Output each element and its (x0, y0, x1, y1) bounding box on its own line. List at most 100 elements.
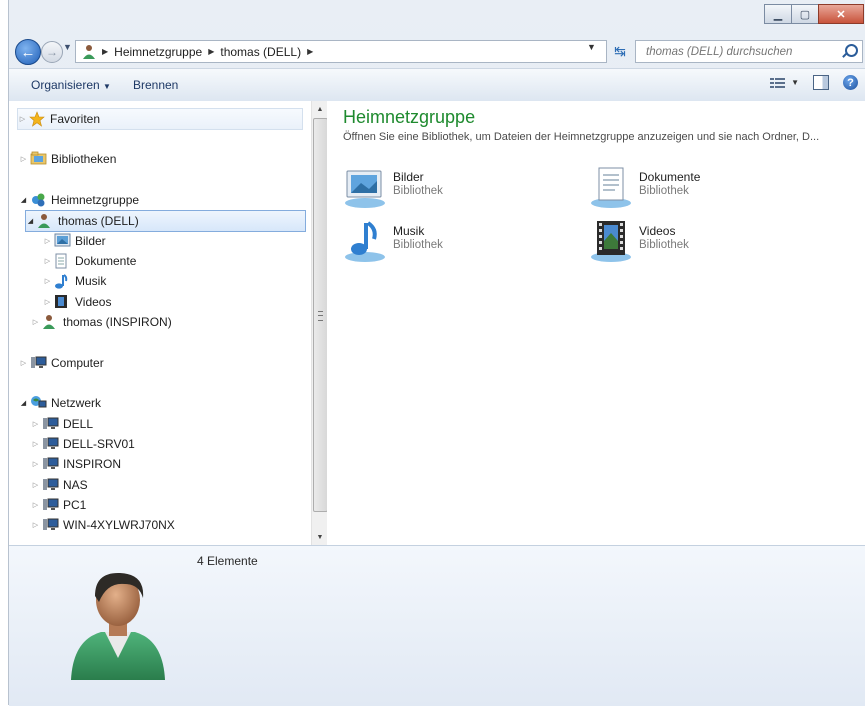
network-item-label: INSPIRON (63, 457, 122, 471)
tree-item-thomas-inspiron[interactable]: ▷ thomas (INSPIRON) (31, 312, 172, 332)
scrollbar-thumb[interactable] (313, 118, 328, 512)
address-root-icon[interactable] (82, 44, 96, 60)
content-pane: Heimnetzgruppe Öffnen Sie eine Bibliothe… (327, 101, 865, 545)
tree-item-homegroup[interactable]: ◢ Heimnetzgruppe (19, 190, 139, 210)
expand-arrow-icon[interactable]: ▷ (31, 420, 40, 428)
collapse-arrow-icon[interactable]: ◢ (19, 399, 28, 407)
help-button[interactable]: ? (843, 75, 858, 90)
computer-icon (42, 416, 59, 432)
organize-menu[interactable]: Organisieren ▼ (31, 78, 111, 92)
expand-arrow-icon[interactable]: ▷ (19, 359, 28, 367)
burn-button[interactable]: Brennen (133, 78, 178, 92)
recent-pages-dropdown[interactable]: ▼ (63, 42, 72, 52)
address-segment-thomas-dell[interactable]: thomas (DELL) (220, 45, 301, 59)
expand-arrow-icon[interactable]: ▷ (31, 460, 40, 468)
favorites-label: Favoriten (50, 112, 101, 126)
address-separator-icon[interactable]: ▶ (102, 47, 108, 56)
thomas-dell-label: thomas (DELL) (58, 214, 139, 228)
pictures-icon (54, 233, 71, 249)
expand-arrow-icon[interactable]: ▷ (43, 257, 52, 265)
expand-arrow-icon[interactable]: ▷ (31, 501, 40, 509)
address-bar[interactable]: ▶ Heimnetzgruppe ▶ thomas (DELL) ▶ (75, 40, 607, 63)
address-separator-icon[interactable]: ▶ (208, 47, 214, 56)
library-dokumente[interactable]: Dokumente Bibliothek (589, 165, 829, 213)
tree-item-bilder[interactable]: ▷ Bilder (43, 231, 106, 251)
library-bilder[interactable]: Bilder Bibliothek (343, 165, 583, 213)
search-icon[interactable] (845, 44, 858, 57)
tree-item-network-computer[interactable]: ▷ INSPIRON (31, 454, 121, 474)
preview-pane-button[interactable] (813, 75, 829, 90)
expand-arrow-icon[interactable]: ▷ (43, 277, 52, 285)
library-videos[interactable]: Videos Bibliothek (589, 219, 829, 267)
tree-item-network-computer[interactable]: ▷ DELL (31, 414, 93, 434)
library-type: Bibliothek (639, 239, 689, 251)
libraries-label: Bibliotheken (51, 152, 117, 166)
computer-icon (42, 517, 59, 533)
library-musik[interactable]: Musik Bibliothek (343, 219, 583, 267)
view-icon (770, 77, 786, 89)
computer-icon (42, 497, 59, 513)
expand-arrow-icon[interactable]: ▷ (43, 237, 52, 245)
expand-arrow-icon[interactable]: ▷ (31, 318, 40, 326)
forward-arrow-icon: → (46, 45, 58, 59)
network-icon (30, 395, 47, 411)
library-type: Bibliothek (639, 185, 689, 197)
tree-item-libraries[interactable]: ▷ Bibliotheken (19, 149, 116, 169)
scroll-down-icon[interactable]: ▼ (312, 529, 328, 545)
thomas-inspiron-label: thomas (INSPIRON) (63, 315, 172, 329)
details-pane: 4 Elemente (9, 545, 865, 706)
library-name: Videos (639, 224, 676, 238)
maximize-button[interactable]: ▢ (791, 4, 819, 24)
tree-item-network-computer[interactable]: ▷ WIN-4XYLWRJ70NX (31, 515, 175, 535)
scroll-up-icon[interactable]: ▲ (312, 101, 328, 117)
back-button[interactable]: ← (15, 39, 41, 65)
tree-item-musik[interactable]: ▷ Musik (43, 271, 106, 291)
tree-item-network-computer[interactable]: ▷ DELL-SRV01 (31, 434, 135, 454)
computer-icon (42, 436, 59, 452)
refresh-button[interactable]: ↹ (609, 41, 631, 61)
toolbar-right: ▼ ? (770, 75, 858, 90)
address-separator-icon[interactable]: ▶ (307, 47, 313, 56)
expand-arrow-icon[interactable]: ▷ (31, 481, 40, 489)
music-icon (345, 221, 385, 262)
chevron-down-icon: ▼ (103, 82, 111, 91)
tree-item-computer[interactable]: ▷ Computer (19, 353, 104, 373)
videos-icon (54, 294, 71, 310)
tree-item-favorites[interactable]: ▷ Favoriten (17, 108, 303, 130)
item-count: 4 Elemente (197, 554, 258, 568)
pictures-icon (345, 170, 385, 208)
grip-icon (318, 311, 323, 321)
search-input[interactable] (644, 44, 838, 59)
search-box[interactable] (635, 40, 863, 63)
documents-icon (54, 253, 71, 269)
expand-arrow-icon[interactable]: ▷ (31, 521, 40, 529)
computer-icon (42, 456, 59, 472)
network-item-label: DELL (63, 417, 94, 431)
network-item-label: DELL-SRV01 (63, 437, 135, 451)
tree-item-dokumente[interactable]: ▷ Dokumente (43, 251, 136, 271)
expand-arrow-icon[interactable]: ▷ (31, 440, 40, 448)
musik-label: Musik (75, 274, 107, 288)
expand-arrow-icon[interactable]: ▷ (19, 155, 28, 163)
nav-scrollbar[interactable]: ▲ ▼ (311, 101, 328, 545)
forward-button[interactable]: → (41, 41, 63, 63)
expand-arrow-icon[interactable]: ▷ (18, 115, 27, 123)
caption-buttons: ▁ ▢ ✕ (764, 4, 864, 24)
refresh-icon: ↹ (614, 42, 626, 59)
tree-item-network[interactable]: ◢ Netzwerk (19, 393, 101, 413)
address-segment-homegroup[interactable]: Heimnetzgruppe (114, 45, 202, 59)
close-button[interactable]: ✕ (818, 4, 864, 24)
minimize-button[interactable]: ▁ (764, 4, 792, 24)
expand-arrow-icon[interactable]: ▷ (43, 298, 52, 306)
explorer-window: ▁ ▢ ✕ ← → ▼ ▶ Heimnetzgruppe ▶ thomas (D… (8, 0, 865, 706)
tree-item-thomas-dell[interactable]: ◢ thomas (DELL) (25, 210, 306, 232)
view-options-button[interactable]: ▼ (770, 77, 799, 89)
tree-item-network-computer[interactable]: ▷ NAS (31, 475, 88, 495)
collapse-arrow-icon[interactable]: ◢ (26, 217, 35, 225)
address-dropdown[interactable]: ▼ (587, 42, 596, 52)
collapse-arrow-icon[interactable]: ◢ (19, 196, 28, 204)
computer-label: Computer (51, 356, 104, 370)
tree-item-network-computer[interactable]: ▷ PC1 (31, 495, 87, 515)
videos-label: Videos (75, 295, 112, 309)
tree-item-videos[interactable]: ▷ Videos (43, 292, 111, 312)
